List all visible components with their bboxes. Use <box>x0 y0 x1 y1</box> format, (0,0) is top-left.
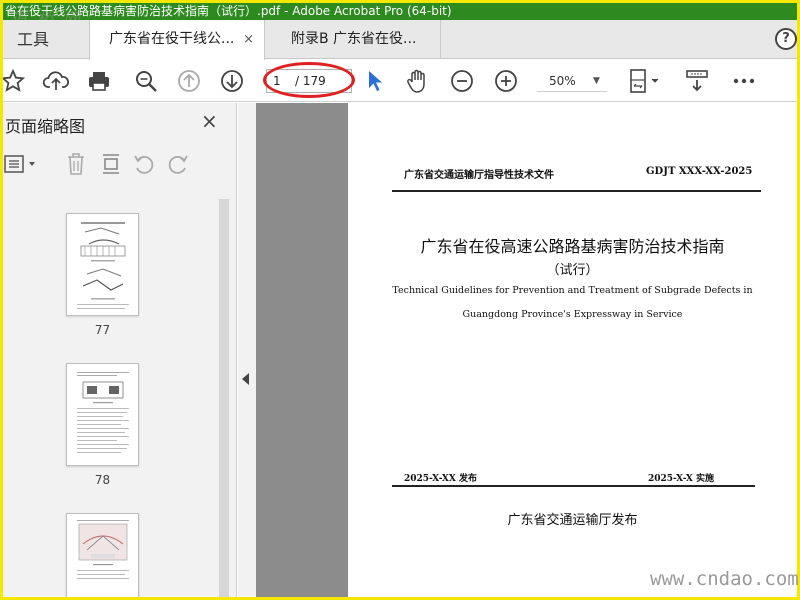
tab-document-active-label: 广东省在役干线公... <box>109 31 235 47</box>
close-icon[interactable]: × <box>201 111 218 131</box>
doc-title-english-line2: Guangdong Province's Expressway in Servi… <box>462 309 683 320</box>
page-down-icon[interactable] <box>218 68 246 94</box>
viewer-background <box>256 103 348 597</box>
page-up-icon[interactable] <box>175 68 203 94</box>
main-toolbar: 1 / 179 50% ▼ <box>3 60 797 102</box>
print-icon[interactable] <box>85 68 113 94</box>
thumbnail-scrollbar[interactable] <box>219 199 229 597</box>
thumbnail-page[interactable] <box>66 213 139 316</box>
doc-publisher: 广东省交通运输厅发布 <box>507 513 638 528</box>
doc-header-left: 广东省交通运输厅指导性技术文件 <box>404 170 554 181</box>
page-highlight-circle <box>263 62 355 98</box>
delete-icon[interactable] <box>63 151 89 177</box>
thumbnail-page-number: 77 <box>94 323 111 337</box>
document-page: 广东省交通运输厅指导性技术文件 GDJT XXX-XX-2025 广东省在役高速… <box>348 103 797 597</box>
thumbnail-page-number: 78 <box>94 473 111 487</box>
tab-document-appendix[interactable]: 附录B 广东省在役... <box>265 20 441 59</box>
zoom-in-icon[interactable] <box>492 68 520 94</box>
thumbnail-toolbar <box>3 149 237 179</box>
doc-header-code: GDJT XXX-XX-2025 <box>646 166 753 177</box>
hand-tool-icon[interactable] <box>404 68 432 94</box>
doc-footer-rule <box>392 485 755 487</box>
thumbnail-page[interactable] <box>66 363 139 466</box>
chevron-down-icon: ▼ <box>593 76 600 86</box>
thumbnail-scrollbar-handle[interactable] <box>219 199 229 597</box>
window-titlebar: 省在役干线公路路基病害防治技术指南（试行）.pdf - Adobe Acroba… <box>3 3 797 20</box>
doc-subtitle: （试行） <box>546 263 599 278</box>
select-arrow-icon[interactable] <box>363 68 387 94</box>
thumbnail-panel: 页面缩略图 × 77 78 <box>3 103 237 597</box>
thumbnail-list: 77 78 <box>3 189 229 597</box>
tab-tools[interactable]: 工具 <box>3 20 89 59</box>
help-button[interactable]: ? <box>775 28 797 50</box>
more-icon[interactable] <box>730 68 758 94</box>
doc-header-rule <box>392 190 761 192</box>
fit-page-icon[interactable] <box>627 68 663 94</box>
doc-title: 广东省在役高速公路路基病害防治技术指南 <box>420 237 725 256</box>
panel-splitter[interactable] <box>238 103 256 597</box>
watermark-bottom: www.cndao.com <box>650 568 799 590</box>
doc-implement-date: 2025-X-X 实施 <box>648 474 714 484</box>
tab-close-icon[interactable]: × <box>243 20 254 59</box>
doc-title-english-line1: Technical Guidelines for Prevention and … <box>392 285 753 296</box>
zoom-search-icon[interactable] <box>132 68 160 94</box>
thumbnail-panel-title: 页面缩略图 <box>5 117 86 136</box>
zoom-out-icon[interactable] <box>448 68 476 94</box>
collapse-arrow-icon[interactable] <box>242 373 249 385</box>
zoom-select[interactable]: 50% ▼ <box>537 70 607 92</box>
zoom-value: 50% <box>549 74 576 88</box>
scroll-mode-icon[interactable] <box>683 68 711 94</box>
upload-cloud-icon[interactable] <box>42 68 70 94</box>
doc-issue-date: 2025-X-XX 发布 <box>404 474 477 484</box>
thumbnail-page[interactable] <box>66 513 139 597</box>
tab-bar: 工具 广东省在役干线公... × 附录B 广东省在役... ? <box>3 20 797 60</box>
document-viewer: 广东省交通运输厅指导性技术文件 GDJT XXX-XX-2025 广东省在役高速… <box>256 103 797 597</box>
bookmark-star-icon[interactable] <box>3 68 27 94</box>
rotate-ccw-icon[interactable] <box>131 151 157 177</box>
options-icon[interactable] <box>3 151 43 177</box>
acrobat-window: 省在役干线公路路基病害防治技术指南（试行）.pdf - Adobe Acroba… <box>3 3 797 597</box>
extract-icon[interactable] <box>98 151 124 177</box>
tab-document-active[interactable]: 广东省在役干线公... × <box>89 20 265 60</box>
rotate-cw-icon[interactable] <box>165 151 191 177</box>
